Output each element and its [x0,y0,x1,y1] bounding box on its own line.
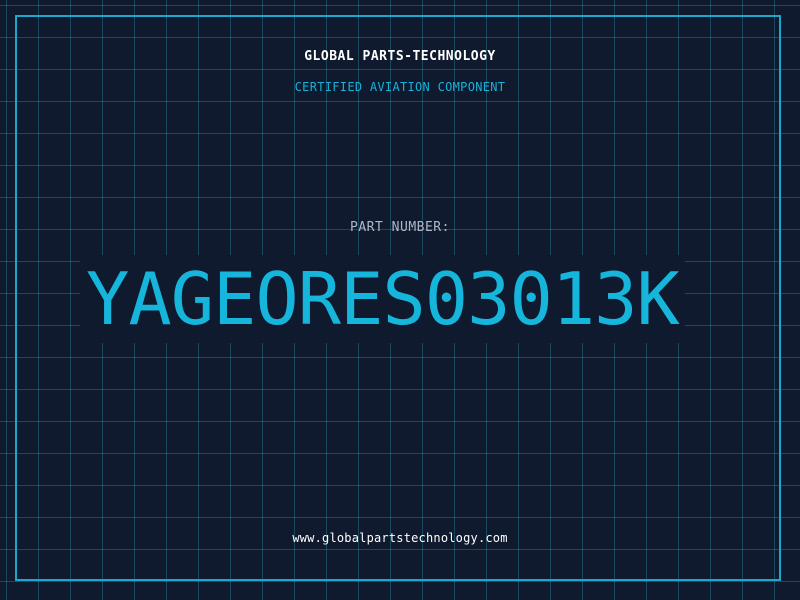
part-number-value: YAGEORES03013K [80,255,685,343]
company-name: GLOBAL PARTS-TECHNOLOGY [304,49,496,64]
certification-subtitle: CERTIFIED AVIATION COMPONENT [294,80,506,94]
website-url: www.globalpartstechnology.com [292,531,508,545]
part-number-label: PART NUMBER: [350,220,450,235]
certificate-card: GLOBAL PARTS-TECHNOLOGY CERTIFIED AVIATI… [0,0,800,600]
